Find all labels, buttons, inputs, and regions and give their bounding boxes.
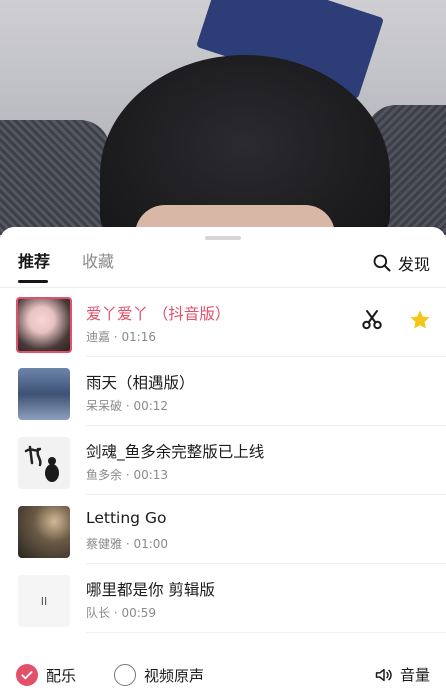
song-meta: 呆呆破 · 00:12 xyxy=(86,397,168,414)
cover-art-ink-calligraphy xyxy=(18,437,70,489)
song-meta: 蔡健雅 · 01:00 xyxy=(86,535,168,552)
song-meta: 迪嘉 · 01:16 xyxy=(86,328,156,345)
song-title: 剑魂_鱼多余完整版已上线 xyxy=(86,443,265,461)
song-row[interactable]: Letting Go 蔡健雅 · 01:00 xyxy=(0,495,446,564)
checkmark-icon xyxy=(16,664,38,686)
song-row[interactable]: II 哪里都是你 剪辑版 队长 · 00:59 xyxy=(0,564,446,633)
audio-options-bar: 配乐 视频原声 音量 xyxy=(0,655,446,696)
discover-button[interactable]: 发现 xyxy=(372,251,430,275)
song-row[interactable]: 雨天（相遇版） 呆呆破 · 00:12 xyxy=(0,357,446,426)
song-duration: 00:13 xyxy=(133,468,169,482)
volume-button[interactable]: 音量 xyxy=(374,664,430,685)
volume-label: 音量 xyxy=(399,666,430,684)
radio-unchecked-icon xyxy=(114,664,136,686)
original-sound-label: 视频原声 xyxy=(144,666,205,685)
song-artist: 迪嘉 xyxy=(86,330,111,344)
cover-text: II xyxy=(40,594,48,608)
star-icon[interactable] xyxy=(408,308,432,332)
scissors-icon[interactable] xyxy=(360,308,384,332)
music-tabs: 推荐 收藏 xyxy=(18,251,114,279)
song-meta: 鱼多余 · 00:13 xyxy=(86,466,168,483)
search-icon xyxy=(373,254,391,272)
song-artist: 队长 xyxy=(86,606,111,620)
active-tab-indicator xyxy=(18,280,48,283)
song-title: 哪里都是你 剪辑版 xyxy=(86,581,215,599)
song-duration: 00:59 xyxy=(121,606,157,620)
tab-recommended[interactable]: 推荐 xyxy=(18,251,50,279)
song-title: Letting Go xyxy=(86,509,167,527)
cover-art-minimal: II xyxy=(18,575,70,627)
speaker-icon xyxy=(375,668,392,681)
song-duration: 00:12 xyxy=(133,399,169,413)
ink-art-icon xyxy=(24,445,59,482)
song-artist: 蔡健雅 xyxy=(86,537,123,551)
song-title: 爱丫爱丫 （抖音版） xyxy=(86,305,231,323)
song-row[interactable]: 剑魂_鱼多余完整版已上线 鱼多余 · 00:13 xyxy=(0,426,446,495)
song-list: 爱丫爱丫 （抖音版） 迪嘉 · 01:16 雨天（相遇版） 呆呆破 · 00:1… xyxy=(0,288,446,633)
discover-label: 发现 xyxy=(397,255,430,274)
row-divider xyxy=(86,632,446,633)
music-label: 配乐 xyxy=(46,666,77,685)
background-video-frame xyxy=(0,0,446,235)
song-artist: 鱼多余 xyxy=(86,468,123,482)
sheet-drag-handle[interactable] xyxy=(205,236,241,240)
song-duration: 01:00 xyxy=(133,537,169,551)
cover-art-portrait xyxy=(18,506,70,558)
song-duration: 01:16 xyxy=(121,330,157,344)
song-row[interactable]: 爱丫爱丫 （抖音版） 迪嘉 · 01:16 xyxy=(0,288,446,357)
train-seat-left xyxy=(0,120,110,235)
song-meta: 队长 · 00:59 xyxy=(86,604,156,621)
song-title: 雨天（相遇版） xyxy=(86,374,195,392)
music-toggle[interactable]: 配乐 xyxy=(16,664,76,686)
music-picker-sheet: 推荐 收藏 发现 爱丫爱丫 （抖音版） 迪嘉 · 01:16 雨天（相遇版） 呆… xyxy=(0,227,446,696)
cover-art-night-sky xyxy=(18,368,70,420)
tab-favorites[interactable]: 收藏 xyxy=(82,251,114,279)
cover-art-girl xyxy=(16,297,72,353)
song-artist: 呆呆破 xyxy=(86,399,123,413)
original-sound-toggle[interactable]: 视频原声 xyxy=(114,664,204,686)
song-actions xyxy=(360,308,432,332)
